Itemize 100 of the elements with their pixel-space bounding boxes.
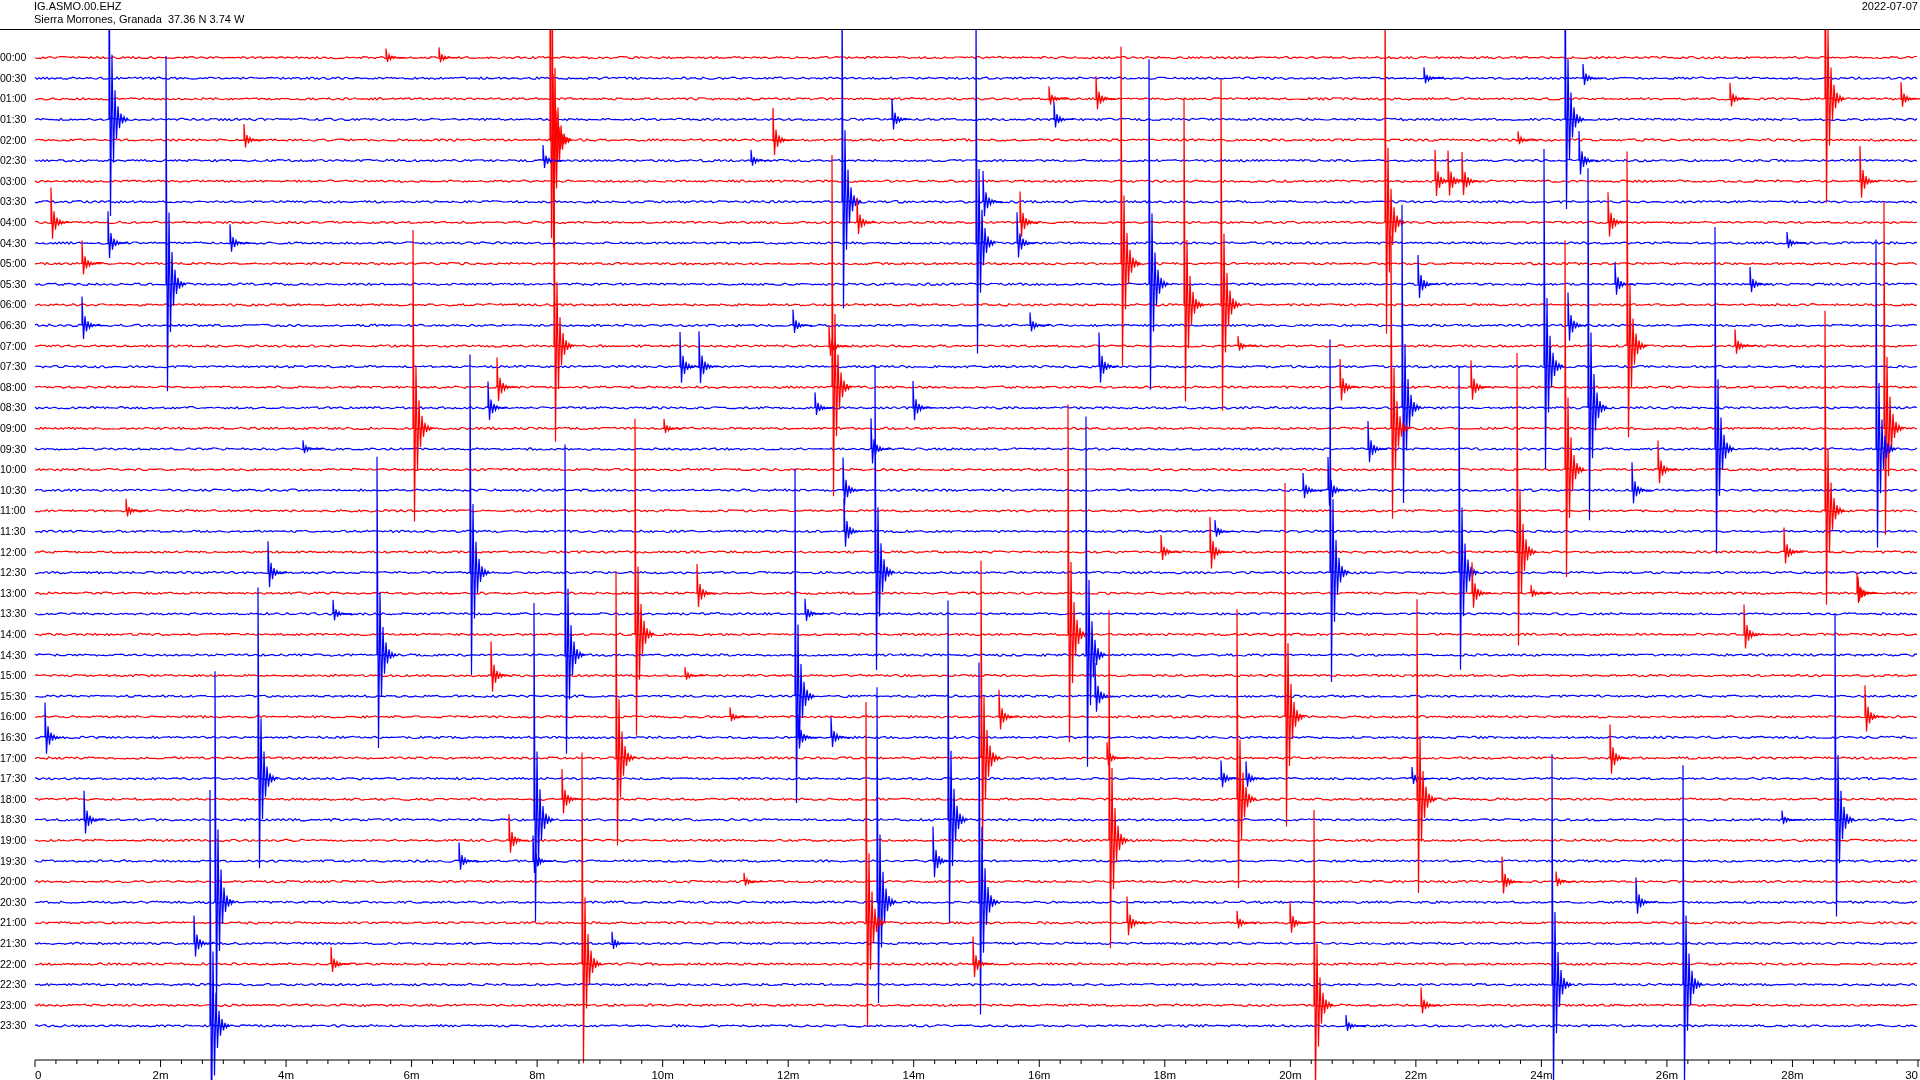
- row-time-label: 13:30: [0, 607, 27, 620]
- seismic-spike: [1501, 855, 1523, 894]
- seismic-spike: [663, 418, 685, 434]
- seismic-spike: [1635, 876, 1657, 915]
- seismic-spike: [611, 931, 633, 950]
- seismic-spike: [229, 223, 251, 253]
- seismic-spike: [508, 813, 530, 854]
- row-time-label: 21:00: [0, 916, 27, 929]
- axis-tick-label: 26m: [1655, 1069, 1679, 1080]
- row-time-label: 10:30: [0, 483, 27, 496]
- seismic-spike: [729, 706, 751, 722]
- seismic-spike: [912, 380, 934, 421]
- seismic-spike: [1160, 534, 1182, 561]
- seismic-spike: [1236, 910, 1258, 929]
- row-time-label: 17:30: [0, 772, 27, 785]
- seismic-spike: [1461, 151, 1483, 196]
- row-time-label: 00:00: [0, 51, 27, 64]
- seismic-spike: [1781, 809, 1803, 825]
- seismic-spike: [302, 439, 324, 454]
- seismic-spike: [743, 872, 765, 887]
- seismic-spike: [1743, 604, 1765, 649]
- row-time-label: 03:30: [0, 195, 27, 208]
- seismic-spike: [1609, 723, 1631, 775]
- seismic-spike: [44, 701, 66, 755]
- date-label: 2022-07-07: [1861, 0, 1919, 13]
- row-time-label: 20:00: [0, 875, 27, 888]
- seismic-spike: [1016, 211, 1038, 258]
- seismic-spike: [698, 330, 720, 384]
- seismic-spike: [696, 563, 718, 608]
- seismic-spike: [1657, 440, 1679, 484]
- row-time-label: 08:30: [0, 401, 27, 414]
- row-time-label: 16:00: [0, 710, 27, 723]
- axis-tick-label: 4m: [278, 1069, 295, 1080]
- seismic-spike: [1900, 81, 1920, 108]
- seismic-spike: [50, 186, 72, 240]
- row-time-label: 17:00: [0, 751, 27, 764]
- row-time-label: 23:30: [0, 1019, 27, 1032]
- row-time-label: 23:00: [0, 998, 27, 1011]
- row-time-label: 22:00: [0, 957, 27, 970]
- row-time-label: 14:00: [0, 627, 27, 640]
- seismic-spike: [125, 498, 147, 518]
- axis-tick-label: 24m: [1530, 1069, 1553, 1080]
- station-code: IG.ASMO.00.EHZ: [34, 0, 123, 13]
- row-time-label: 18:30: [0, 813, 27, 826]
- seismic-spike: [1095, 75, 1117, 110]
- seismic-spike: [830, 716, 852, 748]
- seismic-spike: [332, 599, 354, 621]
- axis-tick-label: 14m: [902, 1069, 925, 1080]
- row-time-label: 10:00: [0, 463, 27, 476]
- row-time-label: 20:30: [0, 895, 27, 908]
- axis-tick-label: 20m: [1279, 1069, 1302, 1080]
- seismic-spike: [83, 790, 105, 835]
- axis-tick-label: 0: [35, 1069, 42, 1080]
- row-time-label: 04:30: [0, 236, 27, 249]
- seismic-spike: [1749, 266, 1771, 293]
- axis-tick-label: 8m: [529, 1069, 546, 1080]
- seismic-spike: [1345, 1014, 1367, 1032]
- seismic-spike: [1029, 311, 1051, 333]
- axis-tick-label: 28m: [1781, 1069, 1804, 1080]
- seismic-spike: [1019, 190, 1041, 238]
- seismic-spike: [1289, 900, 1311, 934]
- seismic-spike: [1631, 461, 1653, 504]
- axis-tick-label: 10m: [651, 1069, 674, 1080]
- row-time-label: 09:30: [0, 442, 27, 455]
- row-time-label: 01:00: [0, 92, 27, 105]
- seismic-spike: [1729, 82, 1751, 107]
- row-time-label: 11:30: [0, 524, 26, 537]
- seismic-spike: [891, 97, 913, 130]
- axis-tick-label: 12m: [777, 1069, 800, 1080]
- station-location: Sierra Morrones, Granada 37.36 N 3.74 W: [34, 13, 245, 26]
- row-time-label: 04:00: [0, 215, 27, 228]
- seismic-spike: [684, 666, 706, 681]
- axis-tick-label: 30: [1905, 1069, 1918, 1080]
- row-time-label: 00:30: [0, 71, 27, 84]
- row-time-label: 07:30: [0, 360, 27, 373]
- seismic-spike: [243, 123, 265, 149]
- row-time-label: 07:00: [0, 339, 27, 352]
- seismic-spike: [1517, 130, 1539, 145]
- seismic-spike: [1053, 101, 1075, 129]
- row-time-label: 19:30: [0, 854, 27, 867]
- row-time-label: 11:00: [0, 504, 26, 517]
- row-time-label: 19:00: [0, 833, 27, 846]
- row-time-label: 15:30: [0, 689, 27, 702]
- row-time-label: 08:00: [0, 380, 27, 393]
- row-time-label: 14:30: [0, 648, 27, 661]
- seismic-spike: [438, 46, 460, 63]
- row-time-label: 01:30: [0, 112, 27, 125]
- axis-tick-label: 6m: [403, 1069, 420, 1080]
- row-time-label: 18:00: [0, 792, 27, 805]
- axis-tick-label: 18m: [1153, 1069, 1176, 1080]
- seismic-spike: [1786, 231, 1808, 249]
- row-time-label: 12:30: [0, 566, 27, 579]
- seismic-spike: [458, 841, 480, 871]
- seismic-spike: [1434, 149, 1456, 197]
- row-time-label: 12:00: [0, 545, 27, 558]
- seismic-spike: [81, 295, 103, 340]
- seismic-spike: [1423, 66, 1445, 84]
- seismic-spike: [679, 331, 701, 384]
- row-time-label: 21:30: [0, 936, 27, 949]
- row-time-label: 13:00: [0, 586, 27, 599]
